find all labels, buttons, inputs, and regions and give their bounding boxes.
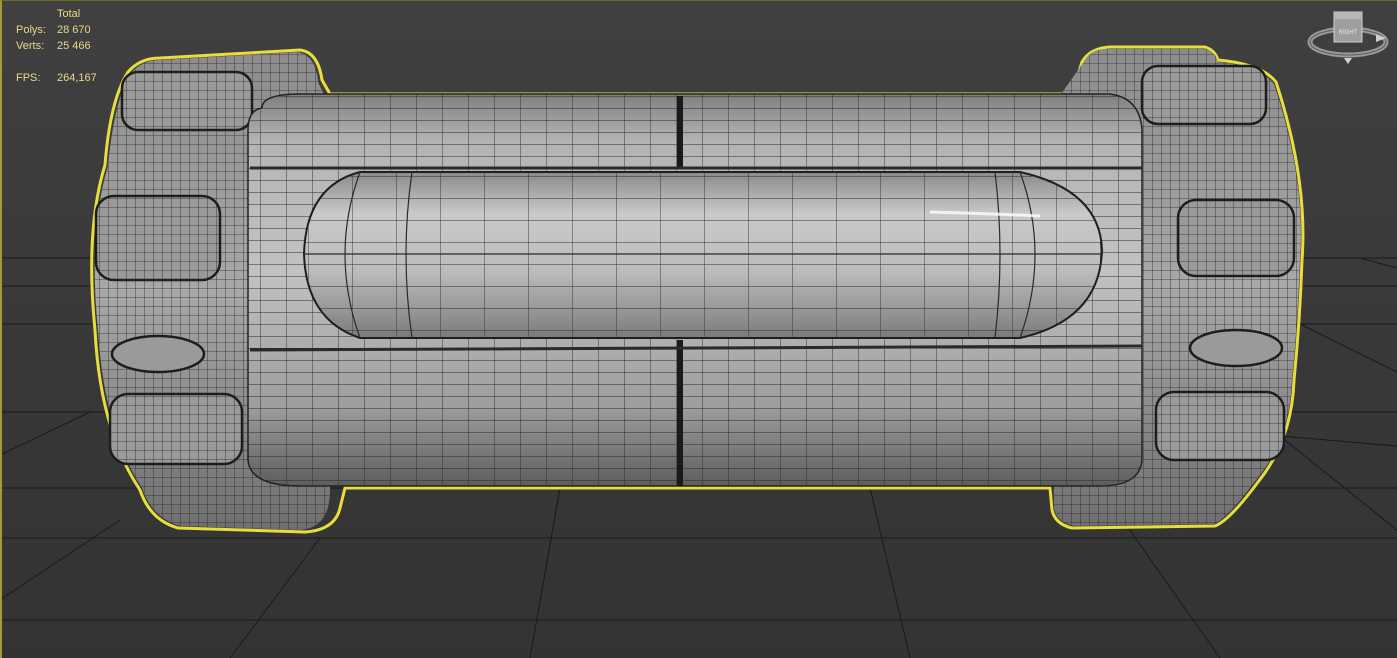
stats-fps-row: FPS: 264,167 xyxy=(16,70,97,86)
polys-value: 28 670 xyxy=(57,24,91,36)
stats-header-row: Total xyxy=(16,6,97,22)
mesh-model[interactable] xyxy=(90,45,1305,534)
stats-verts-row: Verts: 25 466 xyxy=(16,38,97,54)
polys-label: Polys: xyxy=(16,24,46,36)
fps-label: FPS: xyxy=(16,72,41,84)
verts-label: Verts: xyxy=(16,40,45,52)
viewcube-icon[interactable]: RIGHT xyxy=(1306,6,1390,68)
verts-value: 25 466 xyxy=(57,40,91,52)
viewcube-face-label: RIGHT xyxy=(1339,30,1358,36)
viewport-scene[interactable] xyxy=(0,0,1397,658)
stats-polys-row: Polys: 28 670 xyxy=(16,22,97,38)
stats-header: Total xyxy=(57,8,81,20)
stats-spacer xyxy=(16,54,97,70)
viewport-statistics: Total Polys: 28 670 Verts: 25 466 FPS: 2… xyxy=(16,6,97,86)
perspective-viewport[interactable]: Total Polys: 28 670 Verts: 25 466 FPS: 2… xyxy=(0,0,1397,658)
fps-value: 264,167 xyxy=(57,72,97,84)
